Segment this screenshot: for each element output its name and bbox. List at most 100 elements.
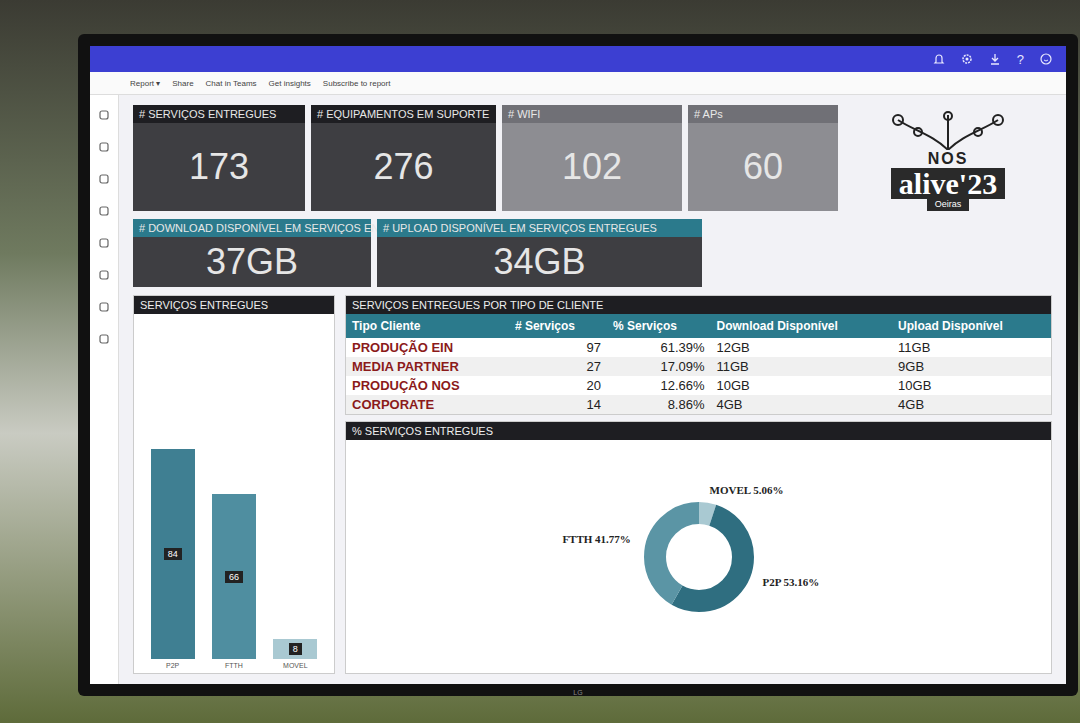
nav-button[interactable] — [98, 331, 110, 349]
report-body: # SERVIÇOS ENTREGUES173# EQUIPAMENTOS EM… — [90, 95, 1066, 684]
nav-button[interactable] — [98, 139, 110, 157]
table-cell: 20 — [509, 376, 607, 395]
bar-column: 84P2P — [151, 449, 195, 669]
donut-title: % SERVIÇOS ENTREGUES — [346, 422, 1051, 440]
toolbar: Report ▾ Share Chat in Teams Get insights Su… — [90, 72, 1066, 95]
table-cell: MEDIA PARTNER — [346, 357, 509, 376]
table-cell: 10GB — [711, 376, 893, 395]
toolbar-button[interactable]: Get insights — [269, 79, 311, 88]
kpi-label: # UPLOAD DISPONÍVEL EM SERVIÇOS ENTREGUE… — [377, 219, 702, 237]
kpi-value: 276 — [311, 123, 496, 211]
nav-icon — [98, 141, 110, 153]
donut-slice[interactable] — [655, 513, 743, 601]
nav-icon — [98, 173, 110, 185]
column-header[interactable]: % Serviços — [607, 314, 711, 338]
bar-value: 8 — [289, 643, 302, 655]
table-cell: PRODUÇÃO NOS — [346, 376, 509, 395]
toolbar-button[interactable]: Share — [172, 79, 193, 88]
donut-label: FTTH 41.77% — [562, 533, 630, 545]
donut-slice[interactable] — [655, 513, 743, 601]
nav-rail — [90, 95, 119, 684]
tree-logo-icon — [873, 110, 1023, 150]
table-cell: 27 — [509, 357, 607, 376]
table-cell: 12.66% — [607, 376, 711, 395]
bar[interactable]: 66 — [212, 494, 256, 659]
settings-button[interactable] — [961, 53, 973, 65]
table-cell: 4GB — [892, 395, 1051, 414]
smiley-icon — [1040, 53, 1052, 65]
kpi-value: 173 — [133, 123, 305, 211]
kpi-value: 34GB — [377, 237, 702, 287]
nav-button[interactable] — [98, 299, 110, 317]
table-title: SERVIÇOS ENTREGUES POR TIPO DE CLIENTE — [346, 296, 1051, 314]
kpi-value: 37GB — [133, 237, 371, 287]
kpi-label: # EQUIPAMENTOS EM SUPORTE — [311, 105, 496, 123]
nav-button[interactable] — [98, 267, 110, 285]
nav-icon — [98, 333, 110, 345]
table-cell: CORPORATE — [346, 395, 509, 414]
festival-logo: NOSalive'23Oeiras — [844, 101, 1052, 211]
bar[interactable]: 8 — [273, 639, 317, 659]
feedback-button[interactable] — [1040, 53, 1052, 65]
nav-icon — [98, 269, 110, 281]
column-header[interactable]: Upload Disponível — [892, 314, 1051, 338]
column-header[interactable]: Tipo Cliente — [346, 314, 509, 338]
table-row[interactable]: PRODUÇÃO NOS2012.66%10GB10GB — [346, 376, 1051, 395]
donut-label: P2P 53.16% — [762, 576, 819, 588]
toolbar-button[interactable]: Chat in Teams — [206, 79, 257, 88]
bar[interactable]: 84 — [151, 449, 195, 659]
bar-column: 66FTTH — [212, 494, 256, 669]
donut-area: MOVEL 5.06% P2P 53.16% FTTH 41.77% — [346, 440, 1051, 673]
nav-icon — [98, 205, 110, 217]
table-row[interactable]: MEDIA PARTNER2717.09%11GB9GB — [346, 357, 1051, 376]
bar-category: MOVEL — [283, 662, 308, 669]
photo-background: ? Report ▾ Share Chat in Teams Get insights S… — [0, 0, 1080, 696]
table-cell: 4GB — [711, 395, 893, 414]
nav-button[interactable] — [98, 107, 110, 125]
table-cell: 11GB — [711, 357, 893, 376]
bar-column: 8 MOVEL — [273, 639, 317, 669]
toolbar-button[interactable]: Report ▾ — [130, 79, 160, 88]
screen: ? Report ▾ Share Chat in Teams Get insights S… — [90, 46, 1066, 684]
table-panel: SERVIÇOS ENTREGUES POR TIPO DE CLIENTETi… — [345, 295, 1052, 415]
download-button[interactable] — [989, 53, 1001, 65]
client-table: Tipo Cliente# Serviços% ServiçosDownload… — [346, 314, 1051, 414]
kpi-label: # WIFI — [502, 105, 682, 123]
nav-button[interactable] — [98, 203, 110, 221]
right-column: SERVIÇOS ENTREGUES POR TIPO DE CLIENTETi… — [345, 295, 1052, 674]
donut-label: MOVEL 5.06% — [710, 484, 784, 496]
table-row[interactable]: PRODUÇÃO EIN9761.39%12GB11GB — [346, 338, 1051, 357]
table-header: Tipo Cliente# Serviços% ServiçosDownload… — [346, 314, 1051, 338]
nav-button[interactable] — [98, 171, 110, 189]
monitor: ? Report ▾ Share Chat in Teams Get insights S… — [78, 34, 1078, 696]
bar-chart: 84P2P 66FTTH 8 MOVEL — [134, 314, 334, 673]
kpi-card: # EQUIPAMENTOS EM SUPORTE276 — [311, 105, 496, 211]
table-row[interactable]: CORPORATE148.86%4GB4GB — [346, 395, 1051, 414]
bell-button[interactable] — [933, 53, 945, 65]
bar-chart-panel: SERVIÇOS ENTREGUES84P2P66FTTH8MOVEL — [133, 295, 335, 674]
kpi-label: # SERVIÇOS ENTREGUES — [133, 105, 305, 123]
kpi-value: 102 — [502, 123, 682, 211]
kpi-card: # DOWNLOAD DISPONÍVEL EM SERVIÇOS ENTREG… — [133, 219, 371, 287]
help-button[interactable]: ? — [1017, 52, 1024, 67]
donut-panel: % SERVIÇOS ENTREGUES MOVEL 5.06% P2P 53.16… — [345, 421, 1052, 674]
toolbar-button[interactable]: Subscribe to report — [323, 79, 391, 88]
kpi-value: 60 — [688, 123, 838, 211]
kpi-card: # SERVIÇOS ENTREGUES173 — [133, 105, 305, 211]
download-icon — [989, 53, 1001, 65]
kpi-card: # WIFI102 — [502, 105, 682, 211]
table-cell: 14 — [509, 395, 607, 414]
nav-button[interactable] — [98, 235, 110, 253]
top-bar: ? — [90, 46, 1066, 72]
donut-slice[interactable] — [655, 513, 743, 601]
table-cell: 17.09% — [607, 357, 711, 376]
column-header[interactable]: Download Disponível — [711, 314, 893, 338]
column-header[interactable]: # Serviços — [509, 314, 607, 338]
table-cell: 8.86% — [607, 395, 711, 414]
logo-place: Oeiras — [927, 199, 970, 211]
kpi-row: # SERVIÇOS ENTREGUES173# EQUIPAMENTOS EM… — [133, 105, 1052, 211]
donut-holder: MOVEL 5.06%P2P 53.16%FTTH 41.77% — [639, 497, 759, 617]
table-cell: 11GB — [892, 338, 1051, 357]
nav-icon — [98, 237, 110, 249]
table-cell: 97 — [509, 338, 607, 357]
